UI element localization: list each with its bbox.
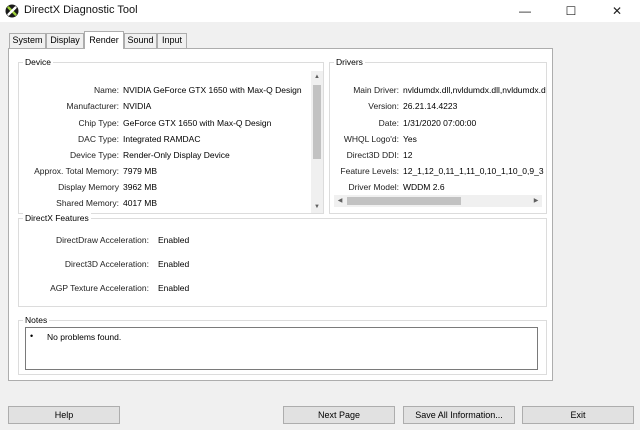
device-row-total-memory: Approx. Total Memory: 7979 MB bbox=[19, 165, 309, 177]
scroll-right-arrow-icon[interactable]: ▶ bbox=[530, 197, 542, 205]
drivers-row-date: Date: 1/31/2020 07:00:00 bbox=[330, 117, 546, 129]
scrollbar-thumb[interactable] bbox=[313, 85, 321, 159]
manufacturer-label: Manufacturer: bbox=[66, 101, 119, 111]
notes-group-title: Notes bbox=[23, 315, 50, 325]
date-label: Date: bbox=[378, 118, 399, 128]
chip-type-label: Chip Type: bbox=[78, 118, 119, 128]
manufacturer-value: NVIDIA bbox=[123, 101, 152, 111]
directdraw-value: Enabled bbox=[158, 235, 190, 245]
shared-memory-value: 4017 MB bbox=[123, 198, 158, 208]
next-page-button[interactable]: Next Page bbox=[283, 406, 395, 424]
ddi-value: 12 bbox=[403, 150, 413, 160]
dac-type-label: DAC Type: bbox=[78, 134, 119, 144]
driver-model-label: Driver Model: bbox=[348, 182, 399, 192]
help-button[interactable]: Help bbox=[8, 406, 120, 424]
device-row-chip-type: Chip Type: GeForce GTX 1650 with Max-Q D… bbox=[19, 117, 309, 129]
device-vertical-scrollbar[interactable]: ▲ ▼ bbox=[311, 71, 323, 213]
drivers-row-whql: WHQL Logo'd: Yes bbox=[330, 133, 546, 145]
device-name-label: Name: bbox=[93, 85, 119, 95]
dac-type-value: Integrated RAMDAC bbox=[123, 134, 201, 144]
minimize-button[interactable]: — bbox=[502, 0, 548, 22]
driver-model-value: WDDM 2.6 bbox=[403, 182, 445, 192]
feature-levels-label: Feature Levels: bbox=[340, 166, 399, 176]
device-row-dac-type: DAC Type: Integrated RAMDAC bbox=[19, 133, 309, 145]
device-row-name: Name: NVIDIA GeForce GTX 1650 with Max-Q… bbox=[19, 84, 309, 96]
directx-features-group: DirectX Features DirectDraw Acceleration… bbox=[18, 213, 547, 307]
feature-row-agp-texture: AGP Texture Acceleration: Enabled bbox=[19, 282, 319, 294]
tab-input[interactable]: Input bbox=[157, 33, 187, 48]
note-item: No problems found. bbox=[47, 332, 122, 342]
drivers-row-driver-model: Driver Model: WDDM 2.6 bbox=[330, 181, 546, 193]
drivers-row-version: Version: 26.21.14.4223 bbox=[330, 100, 546, 112]
version-label: Version: bbox=[368, 101, 399, 111]
tab-display[interactable]: Display bbox=[46, 33, 84, 48]
device-row-manufacturer: Manufacturer: NVIDIA bbox=[19, 100, 309, 112]
device-group: Device Name: NVIDIA GeForce GTX 1650 wit… bbox=[18, 57, 324, 214]
device-type-value: Render-Only Display Device bbox=[123, 150, 230, 160]
direct3d-label: Direct3D Acceleration: bbox=[64, 259, 149, 269]
notes-text-area[interactable]: • No problems found. bbox=[25, 327, 538, 370]
maximize-button[interactable]: ☐ bbox=[548, 0, 594, 22]
tab-system[interactable]: System bbox=[9, 33, 46, 48]
device-row-device-type: Device Type: Render-Only Display Device bbox=[19, 149, 309, 161]
device-type-label: Device Type: bbox=[70, 150, 119, 160]
directdraw-label: DirectDraw Acceleration: bbox=[55, 235, 149, 245]
close-button[interactable]: ✕ bbox=[594, 0, 640, 22]
save-all-information-button[interactable]: Save All Information... bbox=[403, 406, 515, 424]
exit-button[interactable]: Exit bbox=[522, 406, 634, 424]
feature-row-directdraw: DirectDraw Acceleration: Enabled bbox=[19, 234, 319, 246]
drivers-row-main-driver: Main Driver: nvldumdx.dll,nvldumdx.dll,n… bbox=[330, 84, 546, 96]
device-row-display-memory: Display Memory 3962 MB bbox=[19, 181, 309, 193]
ddi-label: Direct3D DDI: bbox=[346, 150, 399, 160]
scroll-up-arrow-icon[interactable]: ▲ bbox=[311, 73, 323, 81]
scroll-left-arrow-icon[interactable]: ◀ bbox=[334, 197, 346, 205]
whql-label: WHQL Logo'd: bbox=[343, 134, 399, 144]
main-driver-value: nvldumdx.dll,nvldumdx.dll,nvldumdx.d bbox=[403, 85, 546, 95]
direct3d-value: Enabled bbox=[158, 259, 190, 269]
shared-memory-label: Shared Memory: bbox=[56, 198, 119, 208]
total-memory-label: Approx. Total Memory: bbox=[34, 166, 119, 176]
feature-row-direct3d: Direct3D Acceleration: Enabled bbox=[19, 258, 319, 270]
main-driver-label: Main Driver: bbox=[353, 85, 399, 95]
drivers-row-feature-levels: Feature Levels: 12_1,12_0,11_1,11_0,10_1… bbox=[330, 165, 546, 177]
drivers-group-title: Drivers bbox=[334, 57, 365, 67]
horizontal-scrollbar-thumb[interactable] bbox=[347, 197, 461, 205]
directx-x-icon bbox=[5, 4, 19, 18]
version-value: 26.21.14.4223 bbox=[403, 101, 458, 111]
device-row-shared-memory: Shared Memory: 4017 MB bbox=[19, 197, 309, 209]
date-value: 1/31/2020 07:00:00 bbox=[403, 118, 477, 128]
agp-texture-label: AGP Texture Acceleration: bbox=[50, 283, 149, 293]
title-bar: DirectX Diagnostic Tool — ☐ ✕ bbox=[0, 0, 640, 22]
drivers-horizontal-scrollbar[interactable]: ◀ ▶ bbox=[334, 195, 542, 207]
total-memory-value: 7979 MB bbox=[123, 166, 158, 176]
feature-levels-value: 12_1,12_0,11_1,11_0,10_1,10_0,9_3 bbox=[403, 166, 544, 176]
drivers-group: Drivers Main Driver: nvldumdx.dll,nvldum… bbox=[329, 57, 547, 214]
drivers-row-ddi: Direct3D DDI: 12 bbox=[330, 149, 546, 161]
device-group-title: Device bbox=[23, 57, 53, 67]
display-memory-label: Display Memory bbox=[58, 182, 119, 192]
whql-value: Yes bbox=[403, 134, 417, 144]
agp-texture-value: Enabled bbox=[158, 283, 190, 293]
bullet-icon: • bbox=[30, 331, 34, 341]
window-title: DirectX Diagnostic Tool bbox=[24, 4, 138, 16]
display-memory-value: 3962 MB bbox=[123, 182, 158, 192]
device-name-value: NVIDIA GeForce GTX 1650 with Max-Q Desig… bbox=[123, 85, 302, 95]
tab-sound[interactable]: Sound bbox=[124, 33, 157, 48]
features-group-title: DirectX Features bbox=[23, 213, 91, 223]
scroll-down-arrow-icon[interactable]: ▼ bbox=[311, 203, 323, 211]
tab-render[interactable]: Render bbox=[84, 31, 124, 49]
chip-type-value: GeForce GTX 1650 with Max-Q Design bbox=[123, 118, 272, 128]
